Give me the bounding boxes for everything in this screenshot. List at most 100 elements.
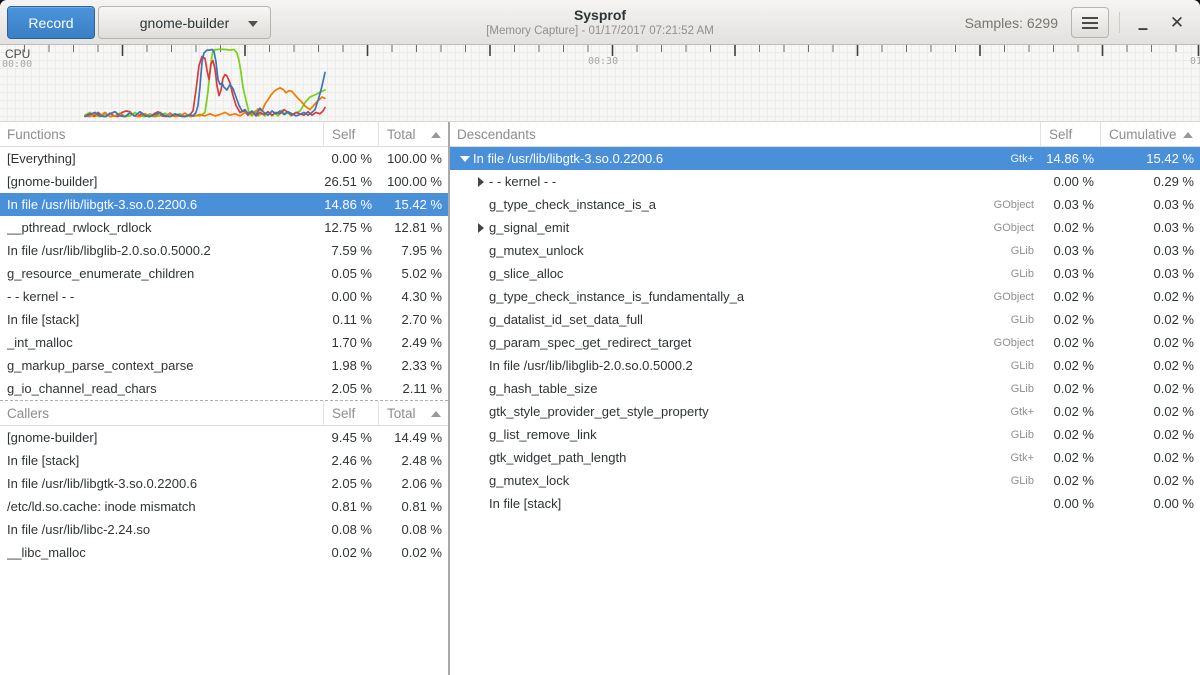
- close-button[interactable]: ✕: [1162, 8, 1192, 38]
- total-percent: 2.33 %: [378, 358, 448, 373]
- expander-closed-icon[interactable]: [473, 177, 489, 187]
- table-row[interactable]: In file /usr/lib/libgtk-3.so.0.2200.614.…: [0, 193, 448, 216]
- descendants-cumulative-column[interactable]: Cumulative: [1100, 122, 1200, 146]
- self-percent: 0.02 %: [1040, 381, 1100, 396]
- descendants-list: In file /usr/lib/libgtk-3.so.0.2200.6Gtk…: [450, 147, 1200, 515]
- right-pane: Descendants Self Cumulative In file /usr…: [450, 122, 1200, 675]
- function-name: __libc_malloc: [0, 545, 323, 560]
- menu-button[interactable]: [1071, 7, 1109, 38]
- table-row[interactable]: gtk_style_provider_get_style_propertyGtk…: [450, 400, 1200, 423]
- close-icon: ✕: [1170, 13, 1184, 33]
- self-percent: 0.02 %: [1040, 404, 1100, 419]
- library-category-badge: Gtk+: [1010, 153, 1040, 165]
- cumulative-percent: 15.42 %: [1100, 151, 1200, 166]
- title-block: Sysprof [Memory Capture] - 01/17/2017 07…: [300, 7, 900, 37]
- self-percent: 1.98 %: [323, 358, 378, 373]
- library-category-badge: GLib: [1011, 245, 1040, 257]
- self-percent: 0.03 %: [1040, 243, 1100, 258]
- descendant-name: gtk_style_provider_get_style_propertyGtk…: [450, 404, 1040, 419]
- table-row[interactable]: __pthread_rwlock_rdlock12.75 %12.81 %: [0, 216, 448, 239]
- time-label-end: 01:00: [1190, 56, 1200, 67]
- self-percent: 2.05 %: [323, 381, 378, 396]
- table-row[interactable]: g_list_remove_linkGLib0.02 %0.02 %: [450, 423, 1200, 446]
- expander-open-icon[interactable]: [457, 156, 473, 162]
- table-row[interactable]: - - kernel - -0.00 %4.30 %: [0, 285, 448, 308]
- table-row[interactable]: /etc/ld.so.cache: inode mismatch0.81 %0.…: [0, 495, 448, 518]
- function-name: In file /usr/lib/libgtk-3.so.0.2200.6: [0, 197, 323, 212]
- minimize-icon: –: [1138, 18, 1148, 39]
- descendant-name: gtk_widget_path_lengthGtk+: [450, 450, 1040, 465]
- cpu-graph[interactable]: CPU 00:00 00:30 01:00: [0, 45, 1200, 122]
- table-row[interactable]: In file /usr/lib/libglib-2.0.so.0.5000.2…: [0, 239, 448, 262]
- table-row[interactable]: g_io_channel_read_chars2.05 %2.11 %: [0, 377, 448, 400]
- table-row[interactable]: g_slice_allocGLib0.03 %0.03 %: [450, 262, 1200, 285]
- table-row[interactable]: g_hash_table_sizeGLib0.02 %0.02 %: [450, 377, 1200, 400]
- function-name: _int_malloc: [0, 335, 323, 350]
- table-row[interactable]: g_type_check_instance_is_fundamentally_a…: [450, 285, 1200, 308]
- callers-column-title[interactable]: Callers: [0, 406, 323, 421]
- table-row[interactable]: In file /usr/lib/libgtk-3.so.0.2200.6Gtk…: [450, 147, 1200, 170]
- functions-self-column[interactable]: Self: [323, 122, 378, 146]
- table-row[interactable]: In file [stack]0.11 %2.70 %: [0, 308, 448, 331]
- table-row[interactable]: In file /usr/lib/libgtk-3.so.0.2200.62.0…: [0, 472, 448, 495]
- table-row[interactable]: In file [stack]2.46 %2.48 %: [0, 449, 448, 472]
- self-percent: 0.00 %: [1040, 174, 1100, 189]
- table-row[interactable]: [gnome-builder]9.45 %14.49 %: [0, 426, 448, 449]
- descendants-header: Descendants Self Cumulative: [450, 122, 1200, 147]
- table-row[interactable]: g_markup_parse_context_parse1.98 %2.33 %: [0, 354, 448, 377]
- samples-count: Samples: 6299: [965, 0, 1058, 45]
- self-percent: 0.02 %: [1040, 312, 1100, 327]
- functions-column-title[interactable]: Functions: [0, 127, 323, 142]
- table-row[interactable]: g_mutex_unlockGLib0.03 %0.03 %: [450, 239, 1200, 262]
- library-category-badge: GLib: [1011, 360, 1040, 372]
- function-name: g_io_channel_read_chars: [0, 381, 323, 396]
- table-row[interactable]: g_resource_enumerate_children0.05 %5.02 …: [0, 262, 448, 285]
- total-percent: 2.70 %: [378, 312, 448, 327]
- function-name: g_markup_parse_context_parse: [0, 358, 323, 373]
- table-row[interactable]: _int_malloc1.70 %2.49 %: [0, 331, 448, 354]
- total-percent: 15.42 %: [378, 197, 448, 212]
- table-row[interactable]: g_param_spec_get_redirect_targetGObject0…: [450, 331, 1200, 354]
- total-percent: 12.81 %: [378, 220, 448, 235]
- callers-total-column[interactable]: Total: [378, 401, 448, 425]
- header-bar: Record gnome-builder Sysprof [Memory Cap…: [0, 0, 1200, 45]
- descendants-self-column[interactable]: Self: [1040, 122, 1100, 146]
- table-row[interactable]: g_signal_emitGObject0.02 %0.03 %: [450, 216, 1200, 239]
- sort-ascending-icon: [431, 132, 441, 138]
- total-percent: 7.95 %: [378, 243, 448, 258]
- descendant-name: g_list_remove_linkGLib: [450, 427, 1040, 442]
- expander-closed-icon[interactable]: [473, 223, 489, 233]
- table-row[interactable]: In file [stack]0.00 %0.00 %: [450, 492, 1200, 515]
- library-category-badge: GLib: [1011, 268, 1040, 280]
- self-percent: 9.45 %: [323, 430, 378, 445]
- cumulative-percent: 0.02 %: [1100, 404, 1200, 419]
- window-subtitle: [Memory Capture] - 01/17/2017 07:21:52 A…: [300, 25, 900, 37]
- total-percent: 0.08 %: [378, 522, 448, 537]
- table-row[interactable]: - - kernel - -0.00 %0.29 %: [450, 170, 1200, 193]
- self-percent: 0.11 %: [323, 312, 378, 327]
- library-category-badge: GLib: [1011, 475, 1040, 487]
- self-percent: 14.86 %: [323, 197, 378, 212]
- table-row[interactable]: g_type_check_instance_is_aGObject0.03 %0…: [450, 193, 1200, 216]
- table-row[interactable]: g_mutex_lockGLib0.02 %0.02 %: [450, 469, 1200, 492]
- callers-self-column[interactable]: Self: [323, 401, 378, 425]
- target-process-dropdown[interactable]: gnome-builder: [98, 6, 271, 39]
- library-category-badge: Gtk+: [1010, 406, 1040, 418]
- minimize-button[interactable]: –: [1128, 8, 1158, 38]
- hamburger-icon: [1082, 17, 1098, 29]
- functions-total-column[interactable]: Total: [378, 122, 448, 146]
- self-percent: 0.02 %: [1040, 473, 1100, 488]
- table-row[interactable]: g_datalist_id_set_data_fullGLib0.02 %0.0…: [450, 308, 1200, 331]
- table-row[interactable]: [gnome-builder]26.51 %100.00 %: [0, 170, 448, 193]
- descendant-name: g_hash_table_sizeGLib: [450, 381, 1040, 396]
- record-button[interactable]: Record: [7, 6, 95, 39]
- table-row[interactable]: In file /usr/lib/libc-2.24.so0.08 %0.08 …: [0, 518, 448, 541]
- table-row[interactable]: In file /usr/lib/libglib-2.0.so.0.5000.2…: [450, 354, 1200, 377]
- table-row[interactable]: __libc_malloc0.02 %0.02 %: [0, 541, 448, 564]
- descendant-name: In file /usr/lib/libgtk-3.so.0.2200.6Gtk…: [450, 151, 1040, 166]
- table-row[interactable]: gtk_widget_path_lengthGtk+0.02 %0.02 %: [450, 446, 1200, 469]
- descendants-column-title[interactable]: Descendants: [450, 127, 1040, 142]
- descendant-name: g_mutex_unlockGLib: [450, 243, 1040, 258]
- total-percent: 0.81 %: [378, 499, 448, 514]
- table-row[interactable]: [Everything]0.00 %100.00 %: [0, 147, 448, 170]
